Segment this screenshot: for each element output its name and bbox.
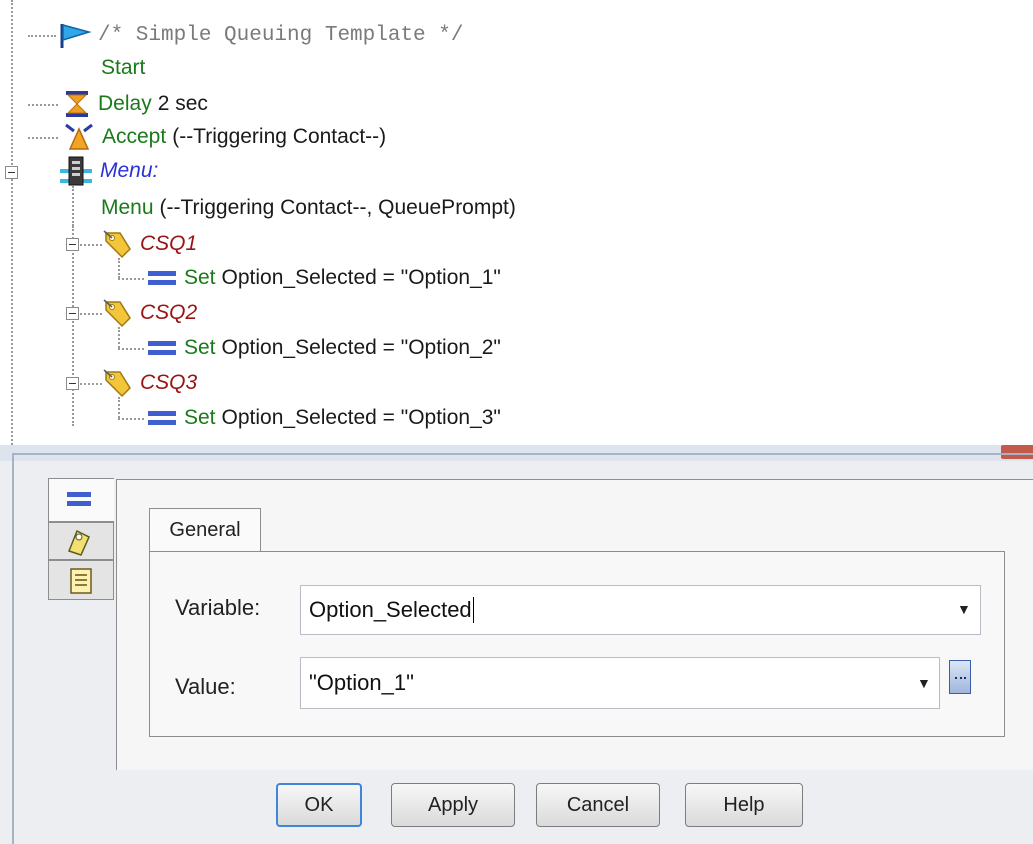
tree-connector (11, 0, 13, 445)
cancel-button-label: Cancel (566, 793, 630, 816)
accept-keyword: Accept (102, 125, 167, 148)
ok-button[interactable]: OK (276, 783, 362, 827)
tree-node-accept[interactable]: Accept (--Triggering Contact--) (62, 121, 386, 153)
value-combobox[interactable]: "Option_1" ▼ (300, 657, 940, 709)
cancel-button[interactable]: Cancel (536, 783, 660, 827)
help-button-label: Help (723, 793, 765, 816)
set-equals-icon (67, 492, 91, 506)
tree-connector (72, 226, 74, 426)
set-expression: Option_Selected = "Option_2" (221, 336, 501, 359)
script-tree: /* Simple Queuing Template */ Start Dela… (0, 0, 1033, 445)
ellipsis-icon (955, 677, 966, 682)
case-label: CSQ2 (140, 301, 198, 324)
tree-node-comment[interactable]: /* Simple Queuing Template */ (58, 19, 463, 51)
tree-connector (28, 137, 58, 139)
value-dropdown-arrow-icon[interactable]: ▼ (917, 675, 931, 691)
csq2-collapse-toggle[interactable] (66, 307, 79, 320)
close-button[interactable] (1001, 445, 1033, 459)
start-step-label: Start (101, 56, 146, 79)
tree-connector (28, 104, 58, 106)
set-keyword: Set (184, 336, 216, 359)
tab-general[interactable]: General (149, 508, 261, 552)
csq1-collapse-toggle[interactable] (66, 238, 79, 251)
csq3-collapse-toggle[interactable] (66, 377, 79, 390)
case-label: CSQ1 (140, 232, 198, 255)
text-cursor (472, 597, 474, 623)
tree-connector (118, 327, 120, 348)
tree-node-set-option-3[interactable]: Set Option_Selected = "Option_3" (146, 402, 501, 434)
tree-connector (80, 244, 102, 246)
label-tag-icon (103, 299, 131, 328)
tree-connector (80, 313, 102, 315)
set-keyword: Set (184, 266, 216, 289)
set-expression: Option_Selected = "Option_3" (221, 406, 501, 429)
set-equals-icon (148, 411, 176, 425)
delay-argument: 2 sec (157, 92, 208, 115)
ok-button-label: OK (304, 793, 334, 816)
vtab-set[interactable] (48, 478, 114, 522)
tree-connector (80, 383, 102, 385)
tree-node-csq3[interactable]: CSQ3 (102, 367, 197, 399)
dialog-frame-top (12, 453, 1033, 455)
tab-general-label: General (169, 519, 241, 541)
help-button[interactable]: Help (685, 783, 803, 827)
variable-value: Option_Selected (309, 597, 472, 622)
apply-button-label: Apply (427, 793, 479, 816)
tree-connector (28, 35, 56, 37)
apply-button[interactable]: Apply (391, 783, 515, 827)
document-icon (70, 568, 92, 594)
set-equals-icon (148, 271, 176, 285)
tree-node-menu-step[interactable]: Menu (--Triggering Contact--, QueuePromp… (101, 192, 516, 224)
hourglass-icon (66, 91, 88, 117)
tree-connector (118, 418, 144, 420)
menu-keyword: Menu (101, 196, 154, 219)
tree-connector (118, 348, 144, 350)
menu-collapse-toggle[interactable] (5, 166, 18, 179)
case-label: CSQ3 (140, 371, 198, 394)
accept-argument: (--Triggering Contact--) (172, 125, 387, 148)
variable-label: Variable: (175, 595, 261, 620)
script-comment: /* Simple Queuing Template */ (98, 23, 464, 47)
variable-dropdown-arrow-icon[interactable]: ▼ (957, 601, 971, 617)
tree-node-start[interactable]: Start (101, 52, 145, 84)
set-keyword: Set (184, 406, 216, 429)
menu-icon (60, 156, 92, 186)
tree-node-menu-label[interactable]: Menu: (58, 155, 158, 187)
label-tag-icon (103, 369, 131, 398)
tree-node-set-option-1[interactable]: Set Option_Selected = "Option_1" (146, 262, 501, 294)
tree-node-delay[interactable]: Delay 2 sec (62, 88, 208, 120)
accept-icon (65, 123, 93, 150)
set-expression: Option_Selected = "Option_1" (221, 266, 501, 289)
label-tag-icon (68, 529, 90, 556)
tree-node-csq1[interactable]: CSQ1 (102, 228, 197, 260)
set-step-dialog: General Variable: Option_Selected ▼ Valu… (0, 445, 1033, 844)
value-label: Value: (175, 674, 236, 699)
expression-editor-button[interactable] (949, 660, 971, 694)
tree-connector (72, 186, 74, 226)
menu-label-text: Menu: (100, 159, 159, 182)
tree-node-csq2[interactable]: CSQ2 (102, 297, 197, 329)
tree-connector (118, 397, 120, 418)
tree-connector (118, 278, 144, 280)
set-equals-icon (148, 341, 176, 355)
tree-connector (118, 258, 120, 278)
general-tab-content (149, 551, 1005, 737)
flag-icon (60, 24, 92, 48)
tree-node-set-option-2[interactable]: Set Option_Selected = "Option_2" (146, 332, 501, 364)
value-value: "Option_1" (309, 670, 414, 695)
label-tag-icon (103, 230, 131, 259)
vtab-comments[interactable] (48, 560, 114, 600)
dialog-frame-left (12, 453, 14, 844)
variable-combobox[interactable]: Option_Selected ▼ (300, 585, 981, 635)
vtab-label[interactable] (48, 522, 114, 560)
delay-keyword: Delay (98, 92, 152, 115)
menu-argument: (--Triggering Contact--, QueuePrompt) (159, 196, 516, 219)
